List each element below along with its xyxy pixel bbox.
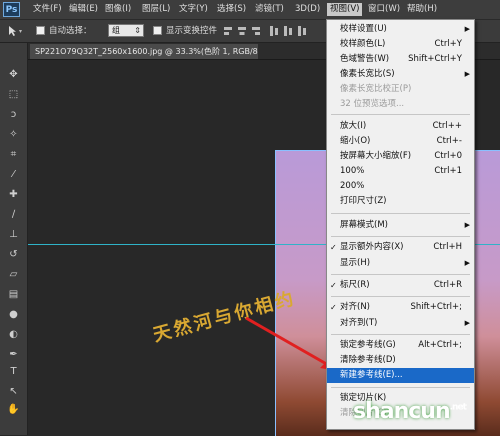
lasso-tool-icon[interactable]: ↄ [5,108,22,122]
menu-fit-on-screen[interactable]: 按屏幕大小缩放(F) Ctrl+0 [327,149,474,164]
show-transform-checkbox[interactable] [153,26,162,35]
eyedropper-icon[interactable]: ⁄ [5,168,22,182]
menu-select[interactable]: 选择(S) [214,3,249,16]
menu-separator [331,334,470,335]
menu-layer[interactable]: 图层(L) [139,3,173,16]
history-brush-icon[interactable]: ↺ [5,248,22,262]
menu-new-guide[interactable]: 新建参考线(E)... [327,368,474,383]
submenu-arrow-icon: ▶ [464,259,470,267]
blur-tool-icon[interactable]: ● [5,308,22,322]
move-tool-icon[interactable]: ✥ [5,68,22,82]
menu-separator [331,296,470,297]
menu-file[interactable]: 文件(F) [30,3,65,16]
marquee-tool-icon[interactable]: ⬚ [5,88,22,102]
dodge-tool-icon[interactable]: ◐ [5,328,22,342]
menu-200-percent[interactable]: 200% [327,179,474,194]
auto-select-dropdown[interactable]: 组 [108,24,144,37]
photoshop-logo: Ps [3,2,20,17]
hand-tool-icon[interactable]: ✋ [5,403,22,417]
menu-separator [331,387,470,388]
menu-help[interactable]: 帮助(H) [404,3,440,16]
align-icons[interactable] [222,25,322,37]
menu-separator [331,213,470,214]
menu-edit[interactable]: 编辑(E) [66,3,101,16]
menu-32bit-preview[interactable]: 32 位预览选项... [327,97,474,112]
menu-clear-guides[interactable]: 清除参考线(D) [327,353,474,368]
type-tool-icon[interactable]: T [5,365,22,379]
menu-pixel-aspect-ratio[interactable]: 像素长宽比(S) ▶ [327,67,474,82]
menu-3d[interactable]: 3D(D) [292,3,323,16]
menu-separator [331,114,470,115]
submenu-arrow-icon: ▶ [464,70,470,78]
menu-snap[interactable]: ✓ 对齐(N) Shift+Ctrl+; [327,300,474,315]
path-selection-icon[interactable]: ↖ [5,385,22,399]
menu-bar: Ps 文件(F) 编辑(E) 图像(I) 图层(L) 文字(Y) 选择(S) 滤… [0,0,500,20]
clone-stamp-icon[interactable]: ⊥ [5,228,22,242]
tools-panel: ✥ ⬚ ↄ ✧ ⌗ ⁄ ✚ ∕ ⊥ ↺ ▱ ▤ ● ◐ ✒ T ↖ ✋ [0,43,28,435]
brush-tool-icon[interactable]: ∕ [5,208,22,222]
menu-separator [331,274,470,275]
gradient-tool-icon[interactable]: ▤ [5,288,22,302]
menu-proof-setup[interactable]: 校样设置(U) ▶ [327,22,474,37]
pen-tool-icon[interactable]: ✒ [5,348,22,362]
crop-tool-icon[interactable]: ⌗ [5,148,22,162]
menu-snap-to[interactable]: 对齐到(T) ▶ [327,316,474,331]
healing-brush-icon[interactable]: ✚ [5,188,22,202]
menu-zoom-in[interactable]: 放大(I) Ctrl++ [327,119,474,134]
menu-type[interactable]: 文字(Y) [176,3,211,16]
menu-filter[interactable]: 滤镜(T) [252,3,287,16]
menu-window[interactable]: 窗口(W) [365,3,403,16]
magic-wand-icon[interactable]: ✧ [5,128,22,142]
menu-view[interactable]: 视图(V) [327,3,363,16]
menu-print-size[interactable]: 打印尺寸(Z) [327,194,474,209]
document-tab[interactable]: SP221O79Q32T_2560x1600.jpg @ 33.3%(色阶 1,… [30,44,258,59]
menu-lock-guides[interactable]: 锁定参考线(G) Alt+Ctrl+; [327,338,474,353]
view-menu-dropdown: 校样设置(U) ▶ 校样颜色(L) Ctrl+Y 色域警告(W) Shift+Ctrl… [326,19,475,430]
move-tool-icon[interactable] [6,24,26,38]
site-logo-watermark: shancun.net [353,399,467,424]
menu-extras[interactable]: ✓ 显示额外内容(X) Ctrl+H [327,240,474,255]
menu-show[interactable]: 显示(H) ▶ [327,256,474,271]
checkmark-icon: ✓ [330,281,337,290]
eraser-icon[interactable]: ▱ [5,268,22,282]
menu-image[interactable]: 图像(I) [102,3,134,16]
auto-select-label: 自动选择： [49,26,92,36]
menu-proof-colors[interactable]: 校样颜色(L) Ctrl+Y [327,37,474,52]
show-transform-label: 显示变换控件 [166,26,218,36]
menu-gamut-warning[interactable]: 色域警告(W) Shift+Ctrl+Y [327,52,474,67]
checkmark-icon: ✓ [330,243,337,252]
menu-zoom-out[interactable]: 缩小(O) Ctrl+- [327,134,474,149]
auto-select-checkbox[interactable] [36,26,45,35]
submenu-arrow-icon: ▶ [464,319,470,327]
menu-pixel-aspect-correction[interactable]: 像素长宽比校正(P) [327,82,474,97]
submenu-arrow-icon: ▶ [464,221,470,229]
menu-screen-mode[interactable]: 屏幕模式(M) ▶ [327,218,474,233]
submenu-arrow-icon: ▶ [464,25,470,33]
menu-separator [331,236,470,237]
menu-100-percent[interactable]: 100% Ctrl+1 [327,164,474,179]
checkmark-icon: ✓ [330,303,337,312]
menu-rulers[interactable]: ✓ 标尺(R) Ctrl+R [327,278,474,293]
